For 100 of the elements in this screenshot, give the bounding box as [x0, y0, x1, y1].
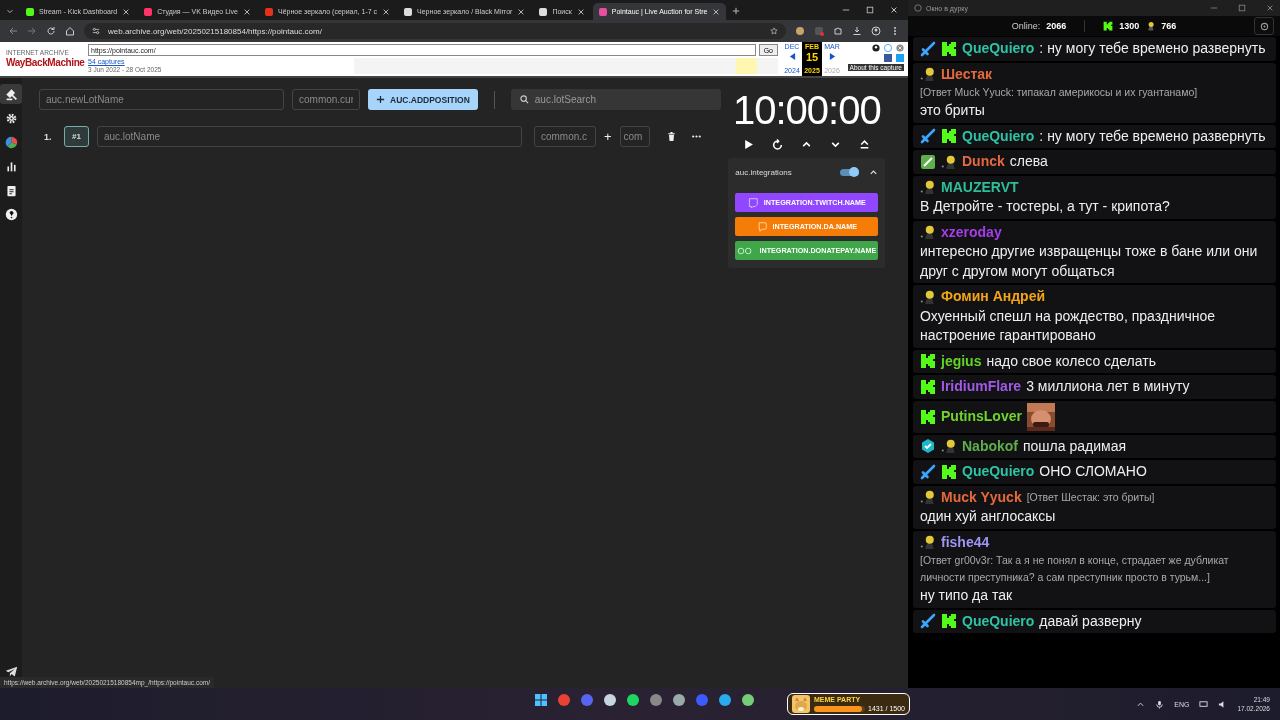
username[interactable]: xzeroday: [941, 222, 1002, 242]
arrow-left-icon[interactable]: [788, 53, 796, 60]
infinity-icon: [737, 246, 754, 255]
settings-button[interactable]: [1254, 17, 1274, 35]
collapse-icon[interactable]: [859, 139, 871, 150]
close-icon[interactable]: [1266, 4, 1274, 12]
home-icon[interactable]: [65, 26, 75, 36]
app-icon[interactable]: [649, 693, 663, 707]
address-bar[interactable]: web.archive.org/web/20250215180854/https://pointauc.com/: [84, 23, 786, 39]
lot-id-chip: #1: [64, 126, 89, 147]
username[interactable]: jegius: [941, 351, 982, 371]
timer: 10:00:00: [732, 88, 881, 132]
close-icon[interactable]: [382, 7, 391, 16]
app-icon[interactable]: [672, 693, 686, 707]
add-position-button[interactable]: AUC.ADDPOSITION: [368, 89, 478, 110]
chevron-up-icon[interactable]: [869, 167, 879, 177]
k-logo-icon: [941, 128, 957, 145]
trash-icon[interactable]: [665, 131, 677, 142]
username[interactable]: PutinsLover: [941, 406, 1022, 427]
app-icon: [914, 4, 922, 12]
check-badge-icon: [920, 438, 936, 455]
message-text: Охуенный спешл на рождество, праздничное настроение гарантировано: [920, 306, 1217, 345]
microphone-icon[interactable]: [1155, 699, 1165, 709]
wayback-logo[interactable]: WayBackMachine: [6, 57, 85, 69]
close-icon[interactable]: [712, 7, 721, 16]
close-icon[interactable]: [576, 7, 585, 16]
message-text: надо свое колесо сделать: [986, 351, 1156, 371]
app-icon[interactable]: [741, 693, 755, 707]
day-number[interactable]: 15: [805, 51, 819, 63]
k-logo-icon: [920, 378, 936, 395]
username[interactable]: Фомин Андрей: [941, 287, 1046, 307]
figure-icon: [941, 153, 957, 170]
username[interactable]: Dunck: [962, 152, 1005, 172]
forward-icon[interactable]: [27, 26, 37, 36]
maximize-icon[interactable]: [866, 6, 874, 14]
amount-field[interactable]: common.c: [533, 126, 596, 147]
message-text: один хуй англосаксы: [920, 507, 1057, 526]
k-logo-icon: [920, 353, 936, 370]
maximize-icon[interactable]: [1238, 4, 1246, 12]
monitor-icon[interactable]: [1199, 699, 1209, 709]
figure-icon: [920, 489, 936, 506]
message-text: ОНО СЛОМАНО: [1039, 462, 1147, 481]
app-icon[interactable]: [603, 693, 617, 707]
username[interactable]: QueQuiero: [962, 39, 1035, 59]
app-icon[interactable]: [626, 693, 640, 707]
username[interactable]: fishe44: [941, 532, 990, 552]
add-amount-field[interactable]: com: [619, 126, 650, 147]
tab-list-icon[interactable]: [6, 7, 14, 15]
star-icon[interactable]: [770, 27, 778, 35]
message-text: пошла радимая: [1023, 436, 1126, 456]
username[interactable]: Muck Yyuck: [941, 487, 1022, 507]
close-icon[interactable]: [517, 7, 526, 16]
site-info-icon[interactable]: [92, 27, 100, 35]
message-text: 3 миллиона лет в минуту: [1026, 377, 1190, 396]
new-tab-icon[interactable]: [732, 7, 741, 15]
k-logo-icon: [941, 463, 957, 480]
extension-icon[interactable]: [814, 26, 824, 36]
extension-icon[interactable]: [795, 26, 805, 36]
app-icon[interactable]: [718, 693, 732, 707]
speech-bubble-icon: [747, 197, 758, 208]
send-icon[interactable]: [4, 665, 18, 678]
k-logo-icon: [941, 40, 957, 57]
message-text: В Детройте - тостеры, а тут - крипота?: [920, 197, 1170, 216]
back-icon[interactable]: [8, 26, 18, 36]
username[interactable]: QueQuiero: [962, 462, 1035, 482]
username[interactable]: QueQuiero: [962, 611, 1035, 631]
close-icon[interactable]: [243, 7, 251, 16]
arrow-right-icon[interactable]: [828, 53, 836, 60]
toggle-switch[interactable]: [840, 167, 860, 177]
online-count: 2066: [1046, 21, 1067, 31]
username[interactable]: IridiumFlare: [941, 377, 1022, 397]
play-icon[interactable]: [743, 139, 755, 150]
close-icon[interactable]: [122, 7, 131, 16]
amount-field[interactable]: common.cur: [292, 89, 360, 110]
figure-icon: [920, 288, 936, 305]
message-text: слева: [1009, 152, 1048, 171]
panel-title: auc.integrations: [735, 167, 792, 177]
gavel-icon[interactable]: [0, 84, 22, 104]
start-icon[interactable]: [534, 693, 548, 707]
pencil-badge-icon: [920, 153, 936, 170]
close-icon[interactable]: [890, 6, 898, 14]
puzzle-icon[interactable]: [833, 26, 843, 36]
username[interactable]: Шестак: [941, 64, 993, 84]
search-field[interactable]: auc.lotSearch: [510, 89, 721, 110]
figure-icon: [920, 224, 936, 241]
profile-icon[interactable]: [871, 26, 881, 36]
username[interactable]: MAUZERVT: [941, 177, 1019, 197]
reset-icon[interactable]: [772, 139, 784, 150]
minimize-icon[interactable]: [842, 6, 850, 14]
username[interactable]: Nabokof: [962, 436, 1018, 456]
sword-icon: [920, 128, 936, 145]
k-logo-icon: [941, 613, 957, 630]
username[interactable]: QueQuiero: [962, 126, 1035, 146]
reload-icon[interactable]: [46, 26, 56, 36]
lot-name-field[interactable]: auc.lotName: [96, 126, 522, 147]
download-icon[interactable]: [852, 26, 862, 36]
user-icon[interactable]: [872, 44, 880, 52]
plus-button[interactable]: +: [603, 129, 612, 144]
k-logo-icon: [1103, 21, 1114, 31]
lot-name-field[interactable]: auc.newLotName: [39, 89, 284, 110]
